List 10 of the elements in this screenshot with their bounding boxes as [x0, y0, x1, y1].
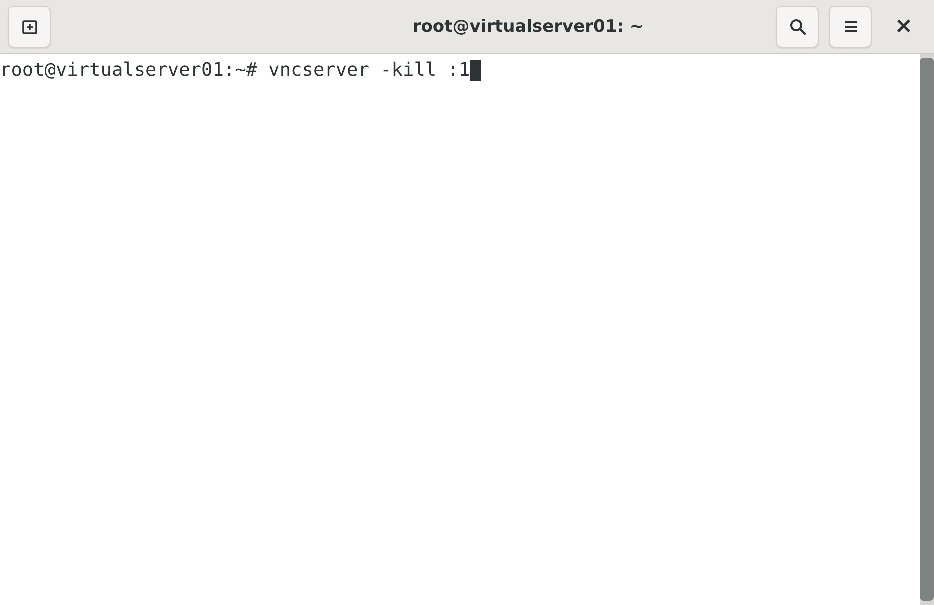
terminal-line: root@virtualserver01:~# vncserver -kill :1 — [0, 60, 470, 80]
new-tab-icon — [20, 18, 38, 36]
search-icon — [788, 18, 806, 36]
new-tab-button[interactable] — [8, 6, 51, 48]
close-button[interactable]: × — [882, 6, 926, 48]
menu-button[interactable] — [829, 6, 872, 48]
menu-icon — [842, 20, 858, 34]
search-button[interactable] — [776, 6, 819, 48]
window-title: root@virtualserver01: ~ — [412, 16, 646, 36]
terminal-area[interactable]: root@virtualserver01:~# vncserver -kill :1 — [0, 54, 920, 605]
